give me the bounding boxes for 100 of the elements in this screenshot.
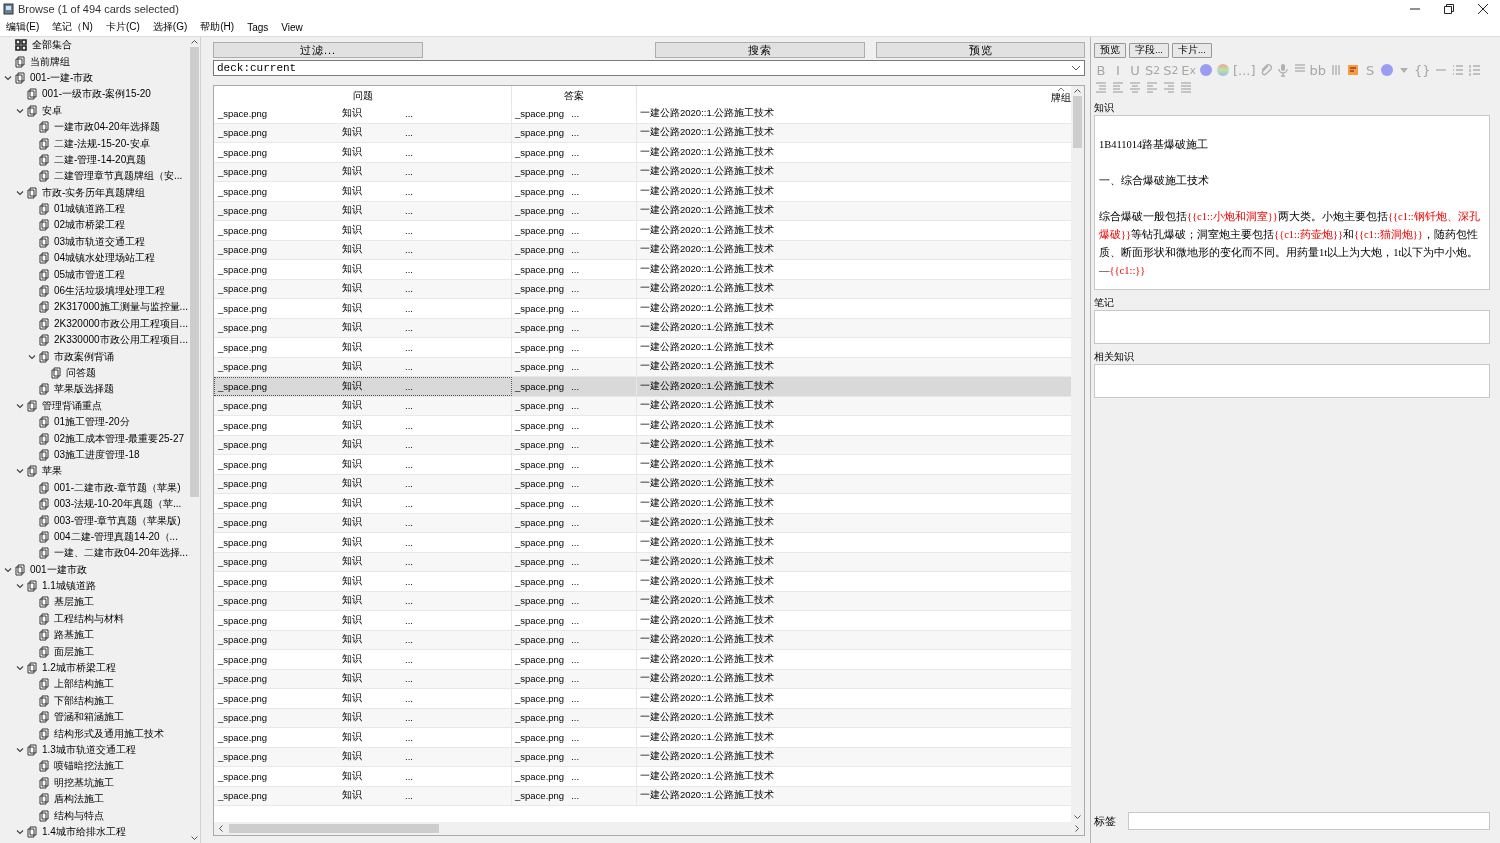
deck-name[interactable]: 基层施工 [54,595,94,610]
search-button[interactable]: 搜索 [655,42,865,58]
scroll-thumb[interactable] [189,47,199,497]
deck-name[interactable]: 盾构法施工 [54,792,104,807]
table-row[interactable]: _space.png 知识 ... _space.png ... 一建公路2020::1.公路施工技术 [214,318,1071,338]
table-row[interactable]: _space.png 知识 ... _space.png ... 一建公路2020::1.公路施工技术 [214,201,1071,221]
table-row[interactable]: _space.png 知识 ... _space.png ... 一建公路2020::1.公路施工技术 [214,689,1071,709]
column-header[interactable]: 问题 [352,89,373,101]
deck-name[interactable]: 2K320000市政公用工程项目... [54,316,188,331]
align-left-icon[interactable] [1145,81,1159,95]
deck-name[interactable]: 明挖基坑施工 [54,775,114,790]
deck-name[interactable]: 苹果 [42,464,62,479]
justify-icon[interactable] [1179,81,1193,95]
deck-name[interactable]: 面层施工 [54,644,94,659]
scroll-right-icon[interactable] [1073,824,1081,833]
deck-name[interactable]: 工程结构与材料 [54,611,124,626]
fields-button[interactable]: 字段... [1129,43,1169,58]
deck-name[interactable]: 全部集合 [32,38,72,53]
deck-name[interactable]: 管涵和箱涵施工 [54,710,124,725]
deck-name[interactable]: 喷锚暗挖法施工 [54,759,124,774]
menu-item[interactable]: View [281,21,303,33]
preview-button[interactable]: 预览 [1094,43,1126,58]
table-row[interactable]: _space.png 知识 ... _space.png ... 一建公路2020::1.公路施工技术 [214,338,1071,358]
table-row[interactable]: _space.png 知识 ... _space.png ... 一建公路2020::1.公路施工技术 [214,611,1071,631]
numbered-list-icon[interactable] [1467,63,1482,77]
table-row[interactable]: _space.png 知识 ... _space.png ... 一建公路2020::1.公路施工技术 [214,533,1071,553]
scroll-down-icon[interactable] [189,833,199,843]
table-row[interactable]: _space.png 知识 ... _space.png ... 一建公路2020::1.公路施工技术 [214,455,1071,475]
table-row[interactable]: _space.png 知识 ... _space.png ... 一建公路2020::1.公路施工技术 [214,279,1071,299]
table-row[interactable]: _space.png 知识 ... _space.png ... 一建公路2020::1.公路施工技术 [214,143,1071,163]
table-row[interactable]: _space.png 知识 ... _space.png ... 一建公路2020::1.公路施工技术 [214,728,1071,748]
deck-name[interactable]: 1.2城市桥梁工程 [42,661,116,676]
deck-name[interactable]: 001-一建-市政 [30,70,94,85]
table-row[interactable]: _space.png 知识 ... _space.png ... 一建公路2020::1.公路施工技术 [214,786,1071,806]
cards-button[interactable]: 卡片... [1171,43,1212,58]
image-icon[interactable] [1346,63,1360,77]
field-editor[interactable] [1094,310,1490,344]
scroll-thumb[interactable] [1073,96,1082,148]
menu-item[interactable]: 卡片(C) [105,20,140,34]
deck-name[interactable]: 二建-管理-14-20真题 [54,152,147,167]
menu-item[interactable]: 编辑(E) [6,20,40,34]
deck-name[interactable]: 路基施工 [54,628,94,643]
scrollbar[interactable] [1071,86,1084,822]
table-row[interactable]: _space.png 知识 ... _space.png ... 一建公路2020::1.公路施工技术 [214,669,1071,689]
deck-name[interactable]: 1.4城市给排水工程 [42,824,126,839]
preview-button[interactable]: 预览 [876,42,1085,58]
deck-name[interactable]: 结构与特点 [54,808,104,823]
align-right-icon[interactable] [1162,81,1176,95]
table-row[interactable]: _space.png 知识 ... _space.png ... 一建公路2020::1.公路施工技术 [214,162,1071,182]
deck-name[interactable]: 003-管理-章节真题（苹果版) [54,513,181,528]
table-row[interactable]: _space.png 知识 ... _space.png ... 一建公路2020::1.公路施工技术 [214,474,1071,494]
deck-name[interactable]: 05城市管道工程 [54,267,126,282]
deck-name[interactable]: 001-一级市政-案例15-20 [42,87,151,102]
menu-item[interactable]: 帮助(H) [200,20,235,34]
search-field[interactable]: deck:current [213,60,1085,76]
scroll-down-icon[interactable] [1073,812,1082,822]
scroll-left-icon[interactable] [217,824,225,833]
table-row[interactable]: _space.png 知识 ... _space.png ... 一建公路2020::1.公路施工技术 [214,299,1071,319]
deck-name[interactable]: 上部结构施工 [54,677,114,692]
table-row[interactable]: _space.png 知识 ... _space.png ... 一建公路2020::1.公路施工技术 [214,357,1071,377]
deck-name[interactable]: 一建、二建市政04-20年选择... [54,546,188,561]
dropdown-caret-icon[interactable] [1071,64,1081,72]
deck-name[interactable]: 04城镇水处理场站工程 [54,251,156,266]
deck-name[interactable]: 当前牌组 [30,54,70,69]
bullet-list-icon[interactable] [1450,63,1465,77]
table-row[interactable]: _space.png 知识 ... _space.png ... 一建公路2020::1.公路施工技术 [214,123,1071,143]
deck-name[interactable]: 一建市政04-20年选择题 [54,120,160,135]
outdent-icon[interactable] [1111,81,1125,95]
deck-name[interactable]: 02施工成本管理-最重要25-27 [54,431,185,446]
paperclip-icon[interactable] [1258,63,1273,77]
deck-name[interactable]: 01施工管理-20分 [54,415,130,430]
column-header[interactable]: 答案 [564,89,584,101]
field-editor[interactable]: 1B411014路基爆破施工 一、综合爆破施工技术 综合爆破一般包括{{c1::小炮和洞室}}两大类。小炮主要包括{{c1::钢钎炮、深孔爆破}}等钻孔爆破；洞室炮主要包括{{c1::药壶炮}}和{{c1::猫洞炮}}，随药包性质、断面形状和微地形的变化而不同。用药量1t以上为大炮，1t以下为中小炮。—{{c1::}} [1094,115,1490,290]
table-row[interactable]: _space.png 知识 ... _space.png ... 一建公路2020::1.公路施工技术 [214,767,1071,787]
table-row[interactable]: _space.png 知识 ... _space.png ... 一建公路2020::1.公路施工技术 [214,104,1071,124]
color-swatch-icon[interactable] [1198,63,1213,77]
column-header[interactable]: 牌组 [1051,87,1071,103]
table-row[interactable]: _space.png 知识 ... _space.png ... 一建公路2020::1.公路施工技术 [214,240,1071,260]
deck-name[interactable]: 1.3城市轨道交通工程 [42,743,136,757]
close-icon[interactable] [1478,4,1488,14]
deck-name[interactable]: 2K330000市政公用工程项目... [54,333,188,348]
table-row[interactable]: _space.png 知识 ... _space.png ... 一建公路2020::1.公路施工技术 [214,494,1071,514]
table-row[interactable]: _space.png 知识 ... _space.png ... 一建公路2020::1.公路施工技术 [214,591,1071,611]
deck-name[interactable]: 03施工进度管理-18 [54,447,140,462]
deck-name[interactable]: 1.1城镇道路 [42,579,96,594]
table-row[interactable]: _space.png 知识 ... _space.png ... 一建公路2020::1.公路施工技术 [214,182,1071,202]
menu-item[interactable]: 笔记（N) [52,20,93,34]
highlight-swatch-icon[interactable] [1215,63,1230,77]
table-row[interactable]: _space.png 知识 ... _space.png ... 一建公路2020::1.公路施工技术 [214,435,1071,455]
color-swatch-icon[interactable] [1380,63,1394,77]
deck-name[interactable]: 03城市轨道交通工程 [54,234,146,249]
deck-name[interactable]: 市政-实务历年真题牌组 [42,185,146,200]
table-row[interactable]: _space.png 知识 ... _space.png ... 一建公路2020::1.公路施工技术 [214,708,1071,728]
table-row[interactable]: _space.png 知识 ... _space.png ... 一建公路2020::1.公路施工技术 [214,513,1071,533]
table-row[interactable]: _space.png 知识 ... _space.png ... 一建公路2020::1.公路施工技术 [214,552,1071,572]
tags-field[interactable] [1128,812,1490,830]
deck-name[interactable]: 001-二建市政-章节题（苹果) [54,480,181,495]
table-row[interactable]: _space.png 知识 ... _space.png ... 一建公路2020::1.公路施工技术 [214,416,1071,436]
deck-name[interactable]: 06生活垃圾填埋处理工程 [54,284,166,299]
align-center-icon[interactable] [1128,81,1142,95]
